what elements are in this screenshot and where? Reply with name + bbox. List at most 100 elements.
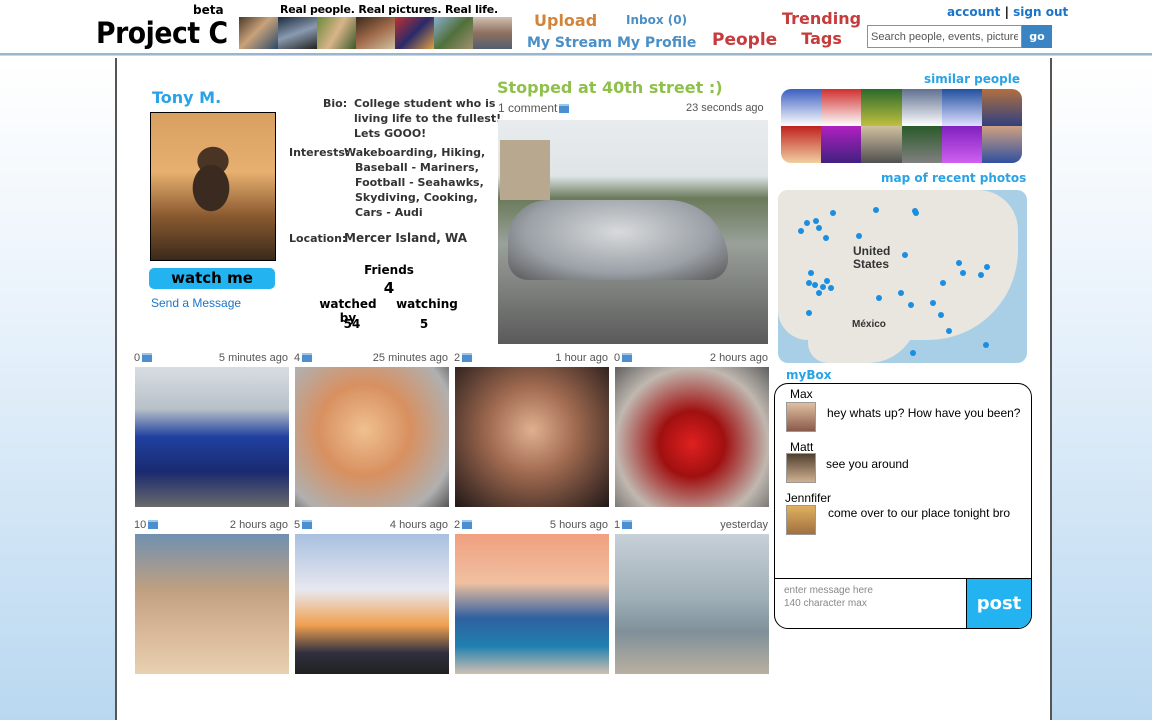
nav-upload[interactable]: Upload [534, 11, 597, 30]
photo-thumbnail[interactable] [615, 534, 769, 674]
map-pin-icon[interactable] [823, 235, 829, 241]
photo-thumbnail[interactable] [295, 534, 449, 674]
watched-by-count[interactable]: 54 [332, 317, 372, 331]
watching-label[interactable]: watching [396, 297, 458, 311]
comment-icon[interactable] [302, 353, 313, 362]
photo-comment-count[interactable]: 0 [134, 352, 140, 364]
photo-thumbnail[interactable] [455, 367, 609, 507]
photo-thumbnail[interactable] [295, 367, 449, 507]
map-pin-icon[interactable] [812, 282, 818, 288]
photo-thumbnail[interactable] [455, 534, 609, 674]
send-message-link[interactable]: Send a Message [151, 296, 241, 310]
map-pin-icon[interactable] [806, 310, 812, 316]
strip-photo[interactable] [473, 17, 512, 49]
site-logo[interactable]: Project C [96, 16, 228, 50]
map-pin-icon[interactable] [978, 272, 984, 278]
friends-count[interactable]: 4 [362, 279, 416, 297]
avatar[interactable] [786, 505, 816, 535]
map-pin-icon[interactable] [824, 278, 830, 284]
message-sender[interactable]: Matt [790, 440, 813, 454]
map-pin-icon[interactable] [813, 218, 819, 224]
map-pin-icon[interactable] [798, 228, 804, 234]
map-pin-icon[interactable] [820, 284, 826, 290]
comment-icon[interactable] [148, 520, 159, 529]
nav-inbox[interactable]: Inbox (0) [626, 13, 687, 27]
map-pin-icon[interactable] [898, 290, 904, 296]
search-go-button[interactable]: go [1022, 25, 1052, 48]
featured-photo[interactable] [498, 120, 768, 344]
map-pin-icon[interactable] [902, 252, 908, 258]
profile-name: Tony M. [152, 88, 222, 107]
photo-comment-count[interactable]: 1 [614, 519, 620, 531]
map-pin-icon[interactable] [808, 270, 814, 276]
map-pin-icon[interactable] [873, 207, 879, 213]
map-pin-icon[interactable] [956, 260, 962, 266]
map-pin-icon[interactable] [816, 225, 822, 231]
comment-icon[interactable] [622, 520, 633, 529]
similar-people-collage[interactable] [781, 89, 1022, 163]
photo-thumbnail[interactable] [135, 534, 289, 674]
map-pin-icon[interactable] [816, 290, 822, 296]
sign-out-link[interactable]: sign out [1013, 5, 1068, 19]
map-pin-icon[interactable] [960, 270, 966, 276]
comment-icon[interactable] [142, 353, 153, 362]
photo-thumbnail[interactable] [615, 367, 769, 507]
nav-people[interactable]: People [712, 30, 777, 50]
map-pin-icon[interactable] [828, 285, 834, 291]
nav-my-profile[interactable]: My Profile [617, 35, 696, 51]
interest-line: Football - Seahawks, [355, 176, 484, 189]
photo-meta: 10 2 hours ago [134, 519, 288, 531]
nav-my-stream[interactable]: My Stream [527, 35, 612, 51]
photo-comment-count[interactable]: 5 [294, 519, 300, 531]
map-pin-icon[interactable] [938, 312, 944, 318]
strip-photo[interactable] [356, 17, 395, 49]
map-pin-icon[interactable] [984, 264, 990, 270]
mybox-message-input[interactable]: enter message here 140 character max [775, 578, 966, 628]
photo-thumbnail[interactable] [135, 367, 289, 507]
map-pin-icon[interactable] [930, 300, 936, 306]
watching-count[interactable]: 5 [405, 317, 443, 331]
map-pin-icon[interactable] [983, 342, 989, 348]
profile-photo[interactable] [150, 112, 276, 261]
photo-time: 5 hours ago [549, 519, 608, 531]
map-pin-icon[interactable] [856, 233, 862, 239]
recent-photos-map[interactable]: United States México [778, 190, 1027, 363]
watch-me-button[interactable]: watch me [149, 268, 275, 289]
map-pin-icon[interactable] [940, 280, 946, 286]
photo-time: 5 minutes ago [218, 352, 288, 364]
message-sender[interactable]: Max [790, 387, 813, 401]
nav-trending-tags[interactable]: Trending Tags [782, 9, 861, 49]
photo-comment-count[interactable]: 2 [454, 352, 460, 364]
strip-photo[interactable] [317, 17, 356, 49]
map-pin-icon[interactable] [910, 350, 916, 356]
account-link[interactable]: account [947, 5, 1000, 19]
photo-comment-count[interactable]: 10 [134, 519, 146, 531]
similar-people-heading[interactable]: similar people [924, 72, 1020, 86]
strip-photo[interactable] [395, 17, 434, 49]
map-pin-icon[interactable] [912, 208, 918, 214]
avatar[interactable] [786, 453, 816, 483]
strip-photo[interactable] [278, 17, 317, 49]
photo-comment-count[interactable]: 4 [294, 352, 300, 364]
search-input[interactable] [867, 25, 1022, 48]
map-pin-icon[interactable] [908, 302, 914, 308]
comment-icon[interactable] [622, 353, 633, 362]
comment-icon[interactable] [462, 353, 473, 362]
avatar[interactable] [786, 402, 816, 432]
featured-car-shape [508, 200, 728, 280]
map-pin-icon[interactable] [876, 295, 882, 301]
map-pin-icon[interactable] [804, 220, 810, 226]
friends-label[interactable]: Friends [362, 263, 416, 277]
featured-comments[interactable]: 1 comment [498, 101, 570, 115]
photo-comment-count[interactable]: 0 [614, 352, 620, 364]
post-button[interactable]: post [966, 578, 1031, 628]
comment-icon[interactable] [302, 520, 313, 529]
map-heading[interactable]: map of recent photos [881, 171, 1026, 185]
photo-comment-count[interactable]: 2 [454, 519, 460, 531]
strip-photo[interactable] [434, 17, 473, 49]
strip-photo[interactable] [239, 17, 278, 49]
comment-icon[interactable] [462, 520, 473, 529]
message-sender[interactable]: Jennfifer [785, 491, 831, 505]
map-pin-icon[interactable] [946, 328, 952, 334]
map-pin-icon[interactable] [830, 210, 836, 216]
